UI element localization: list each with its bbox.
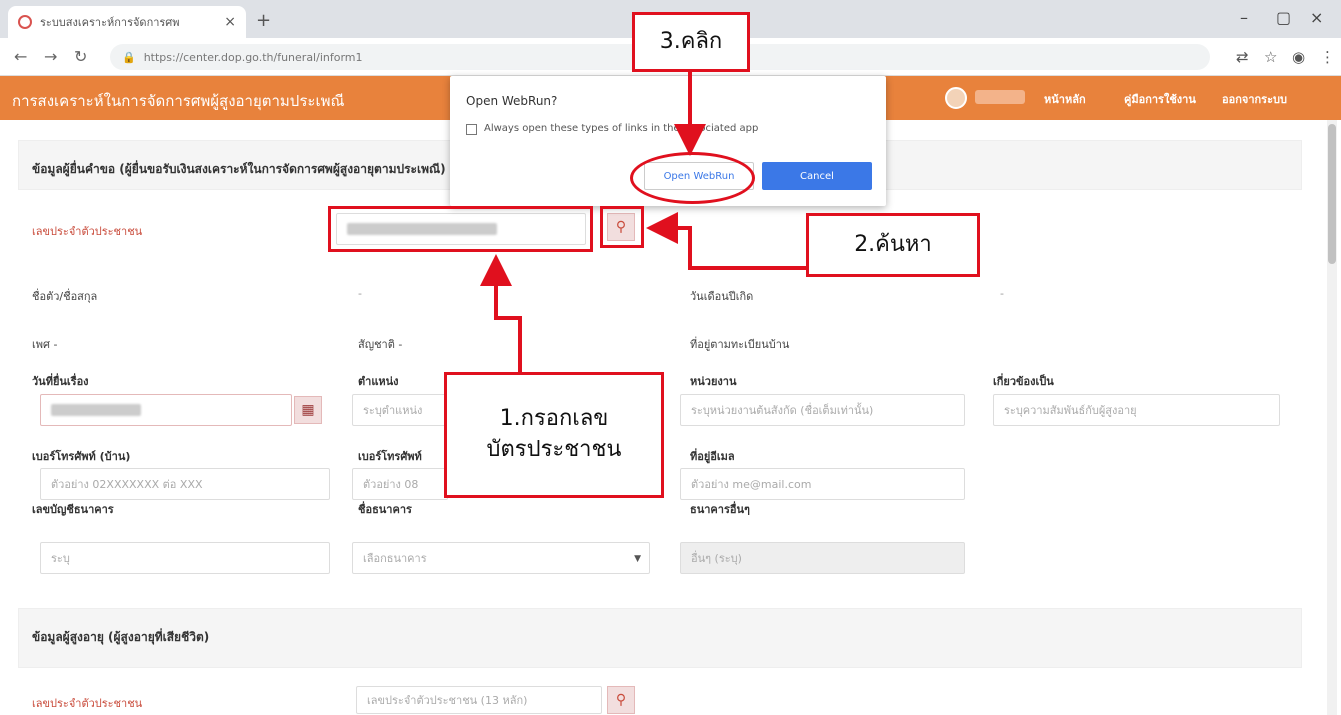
relation-input[interactable]: ระบุความสัมพันธ์กับผู้สูงอายุ	[993, 394, 1280, 426]
request-date-label: วันที่ยื่นเรื่อง	[32, 375, 89, 388]
menu-dots-icon[interactable]: ⋮	[1320, 48, 1335, 66]
email-label: ที่อยู่อีเมล	[690, 450, 735, 463]
address-label: ที่อยู่ตามทะเบียนบ้าน	[690, 338, 790, 351]
annotation-step3: 3.คลิก	[632, 12, 750, 72]
avatar[interactable]	[945, 87, 967, 109]
search-icon: ⚲	[615, 692, 627, 708]
calendar-button[interactable]: ▦	[294, 396, 322, 424]
position-label: ตำแหน่ง	[358, 375, 399, 388]
tab-title: ระบบสงเคราะห์การจัดการศพ	[40, 16, 180, 29]
menu-logout[interactable]: ออกจากระบบ	[1222, 90, 1287, 108]
other-bank-label: ธนาคารอื่นๆ	[690, 503, 750, 516]
forward-icon[interactable]: →	[44, 47, 57, 66]
account-label: เลขบัญชีธนาคาร	[32, 503, 114, 516]
annotation-search-box	[600, 206, 644, 248]
phone-home-input[interactable]: ตัวอย่าง 02XXXXXXX ต่อ XXX	[40, 468, 330, 500]
chevron-down-icon: ▼	[634, 554, 641, 564]
account-input[interactable]: ระบุ	[40, 542, 330, 574]
request-date-input[interactable]	[40, 394, 292, 426]
favicon-icon	[18, 15, 32, 29]
phone-mobile-input[interactable]: ตัวอย่าง 08	[352, 468, 448, 500]
app-title: การสงเคราะห์ในการจัดการศพผู้สูงอายุตามปร…	[12, 92, 345, 110]
section1-title: ข้อมูลผู้ยื่นคำขอ (ผู้ยื่นขอรับเงินสงเคร…	[32, 162, 446, 176]
dialog-title: Open WebRun?	[466, 94, 558, 108]
name-value: -	[358, 287, 362, 300]
section2-title: ข้อมูลผู้สูงอายุ (ผู้สูงอายุที่เสียชีวิต…	[32, 630, 210, 644]
always-open-checkbox[interactable]	[466, 124, 477, 135]
sex-label: เพศ -	[32, 338, 58, 351]
url-text: https://center.dop.go.th/funeral/inform1	[143, 50, 363, 64]
profile-icon[interactable]: ◉	[1292, 48, 1305, 66]
section2-search-button[interactable]: ⚲	[607, 686, 635, 714]
name-label: ชื่อตัว/ชื่อสกุล	[32, 290, 98, 303]
arrow-step2	[646, 212, 806, 270]
tab-close-icon[interactable]: ×	[224, 14, 236, 30]
menu-manual[interactable]: คู่มือการใช้งาน	[1124, 90, 1196, 108]
cancel-button[interactable]: Cancel	[762, 162, 872, 190]
id-label: เลขประจำตัวประชาชน	[32, 225, 143, 238]
other-bank-input: อื่นๆ (ระบุ)	[680, 542, 965, 574]
bank-select-value: เลือกธนาคาร	[363, 552, 427, 565]
calendar-icon: ▦	[301, 402, 315, 418]
email-input[interactable]: ตัวอย่าง me@mail.com	[680, 468, 965, 500]
user-name	[975, 90, 1025, 104]
nationality-label: สัญชาติ -	[358, 338, 403, 351]
annotation-step2: 2.ค้นหา	[806, 213, 980, 277]
scrollbar-thumb[interactable]	[1328, 124, 1336, 264]
close-window-button[interactable]: ×	[1310, 8, 1323, 27]
menu-home[interactable]: หน้าหลัก	[1044, 90, 1086, 108]
section2-id-label: เลขประจำตัวประชาชน	[32, 697, 143, 710]
phone-mobile-label: เบอร์โทรศัพท์	[358, 450, 422, 463]
minimize-button[interactable]: –	[1240, 8, 1248, 27]
agency-input[interactable]: ระบุหน่วยงานต้นสังกัด (ชื่อเต็มเท่านั้น)	[680, 394, 965, 426]
reload-icon[interactable]: ↻	[74, 47, 87, 66]
agency-label: หน่วยงาน	[690, 375, 737, 388]
new-tab-button[interactable]: +	[256, 10, 271, 31]
birth-value: -	[1000, 287, 1004, 300]
birth-label: วันเดือนปีเกิด	[690, 290, 754, 303]
always-open-label: Always open these types of links in the …	[484, 123, 759, 134]
annotation-step1: 1.กรอกเลข บัตรประชาชน	[444, 372, 664, 498]
lock-icon: 🔒	[122, 50, 136, 64]
bank-label: ชื่อธนาคาร	[358, 503, 412, 516]
bank-select[interactable]: เลือกธนาคาร ▼	[352, 542, 650, 574]
restore-button[interactable]: ▢	[1276, 8, 1291, 27]
phone-home-label: เบอร์โทรศัพท์ (บ้าน)	[32, 450, 131, 463]
annotation-open-ellipse	[630, 152, 755, 204]
section2-header	[18, 608, 1302, 668]
blurred-date	[51, 404, 141, 416]
arrow-step1	[480, 254, 522, 372]
section2-id-input[interactable]: เลขประจำตัวประชาชน (13 หลัก)	[356, 686, 602, 714]
relation-label: เกี่ยวข้องเป็น	[993, 375, 1054, 388]
annotation-id-box	[328, 206, 593, 252]
browser-tab[interactable]: ระบบสงเคราะห์การจัดการศพ ×	[8, 6, 246, 38]
bookmark-star-icon[interactable]: ☆	[1264, 48, 1277, 66]
back-icon[interactable]: ←	[14, 47, 27, 66]
position-input[interactable]: ระบุตำแหน่ง	[352, 394, 448, 426]
translate-icon[interactable]: ⇄	[1236, 48, 1249, 66]
